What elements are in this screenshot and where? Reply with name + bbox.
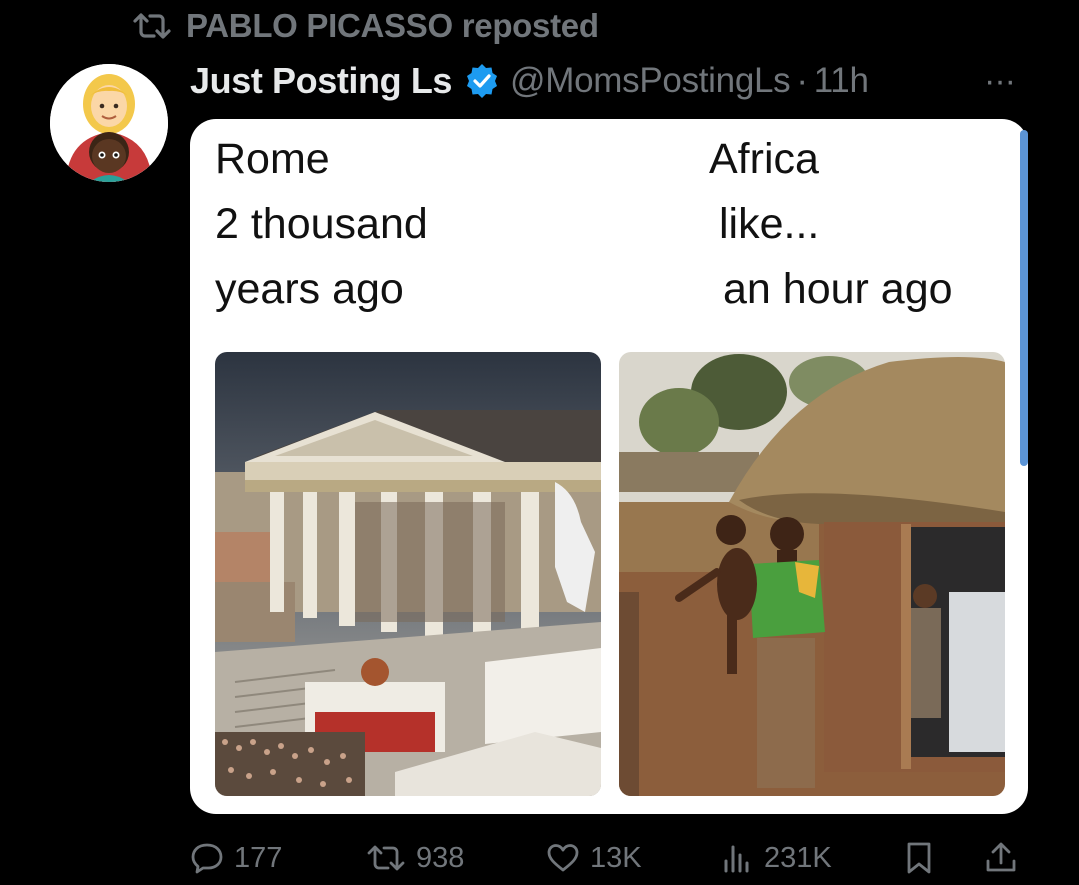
views-icon (724, 845, 749, 873)
share-icon (986, 842, 1016, 872)
reply-button[interactable]: 177 (190, 832, 282, 884)
rome-temple-image (215, 352, 601, 796)
verified-badge-icon (467, 64, 498, 98)
reply-icon (191, 843, 223, 874)
media-scroll-indicator (1020, 130, 1028, 466)
tweet-actions: 177 938 13K 231K (190, 832, 1028, 884)
repost-label: PABLO PICASSO reposted (186, 7, 599, 44)
repost-count: 938 (416, 841, 465, 874)
display-name[interactable]: Just Posting Ls (190, 60, 452, 102)
user-handle[interactable]: @MomsPostingLs (510, 61, 791, 101)
africa-hut-image (619, 352, 1005, 796)
repost-icon (367, 845, 405, 871)
avatar[interactable] (50, 64, 168, 182)
tweet-media[interactable]: Rome 2 thousand years ago Africa like...… (190, 119, 1028, 814)
bookmark-icon (907, 842, 931, 874)
right-caption-line-1: Africa (709, 135, 819, 183)
views-button[interactable]: 231K (720, 832, 832, 884)
bookmark-button[interactable] (902, 832, 936, 884)
right-caption-line-2: like... (719, 200, 820, 248)
views-count: 231K (764, 841, 832, 874)
timestamp[interactable]: 11h (814, 61, 869, 101)
reply-count: 177 (234, 841, 283, 874)
repost-button[interactable]: 938 (366, 832, 464, 884)
like-icon (547, 844, 579, 872)
like-button[interactable]: 13K (546, 832, 642, 884)
tweet-header: Just Posting Ls @MomsPostingLs · 11h (190, 56, 869, 106)
left-caption: Rome 2 thousand years ago (215, 135, 428, 313)
repost-indicator[interactable]: PABLO PICASSO reposted (132, 6, 599, 46)
more-icon[interactable]: ··· (984, 62, 1016, 101)
repost-icon (133, 13, 171, 39)
right-caption-line-3: an hour ago (723, 265, 953, 313)
separator-dot: · (796, 61, 808, 100)
share-button[interactable] (984, 832, 1018, 884)
like-count: 13K (590, 841, 642, 874)
